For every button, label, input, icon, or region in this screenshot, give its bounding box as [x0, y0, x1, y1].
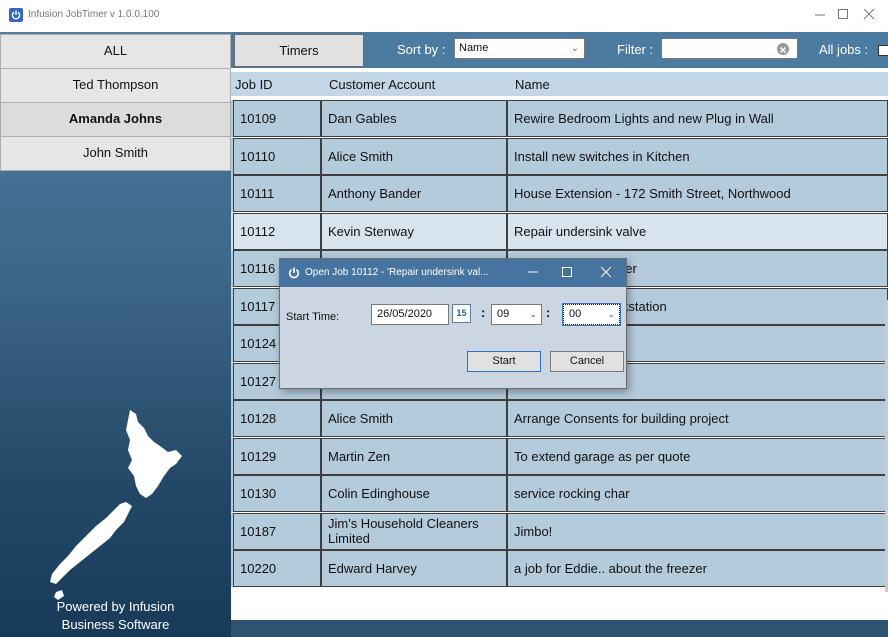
dialog-title: Open Job 10112 - 'Repair undersink val..… — [305, 267, 489, 278]
calendar-day: 15 — [456, 308, 467, 318]
toolbar: Timers Sort by : Name ⌄ Filter : All job… — [231, 32, 888, 68]
job-name-cell: House Extension - 172 Smith Street, Nort… — [507, 175, 888, 212]
minimize-button[interactable] — [813, 7, 827, 21]
table-row[interactable]: 10110 Alice Smith Install new switches in … — [231, 137, 888, 175]
job-id-cell: 10110 — [233, 137, 321, 175]
chevron-down-icon: ⌄ — [607, 309, 615, 319]
column-header-customer-account[interactable]: Customer Account — [329, 77, 435, 92]
new-zealand-map-icon — [50, 410, 182, 600]
powered-by-text: Powered by Infusion Business Software — [0, 598, 231, 634]
job-name-cell: To extend garage as per quote — [507, 437, 888, 475]
chevron-down-icon: ⌄ — [529, 309, 537, 319]
powered-by-line2: Business Software — [61, 617, 170, 632]
job-id-cell: 10112 — [233, 212, 321, 250]
job-id-cell: 10128 — [233, 400, 321, 437]
sort-by-value: Name — [459, 42, 489, 54]
job-name-cell: Install new switches in Kitchen — [507, 137, 888, 175]
customer-cell: Jim's Household Cleaners Limited — [321, 512, 507, 550]
all-jobs-checkbox[interactable] — [878, 45, 888, 56]
maximize-button[interactable] — [836, 7, 850, 21]
dialog-close-button[interactable] — [599, 265, 613, 279]
sidebar-item-label: John Smith — [82, 145, 149, 160]
title-bar: Infusion JobTimer v 1.0.0.100 — [0, 0, 888, 32]
customer-cell: Edward Harvey — [321, 550, 507, 587]
powered-by-line1: Powered by Infusion — [56, 599, 175, 614]
job-id-cell: 10129 — [233, 437, 321, 475]
table-row[interactable]: 10129 Martin Zen To extend garage as per q… — [231, 437, 888, 475]
dialog-minimize-button[interactable] — [526, 265, 540, 279]
customer-cell: Alice Smith — [321, 137, 507, 175]
table-row[interactable]: 10187 Jim's Household Cleaners Limited Jim… — [231, 512, 888, 550]
column-header-job-id[interactable]: Job ID — [235, 77, 273, 92]
sidebar-item-john-smith[interactable]: John Smith — [0, 136, 231, 171]
job-name-cell: Rewire Bedroom Lights and new Plug in Wa… — [507, 100, 888, 137]
start-date-input[interactable]: 26/05/2020 — [371, 304, 449, 325]
chevron-down-icon: ⌄ — [570, 43, 579, 54]
minute-value: 00 — [569, 308, 582, 320]
dialog-body: Start Time: 26/05/2020 15 : 09 ⌄ : 00 ⌄ … — [280, 287, 626, 388]
hour-value: 09 — [497, 308, 510, 320]
job-name-cell: a job for Eddie.. about the freezer — [507, 550, 888, 587]
dialog-title-bar: Open Job 10112 - 'Repair undersink val..… — [280, 259, 626, 287]
timers-button[interactable]: Timers — [234, 34, 364, 67]
sort-by-select[interactable]: Name ⌄ — [454, 38, 585, 59]
sidebar: ALL Ted Thompson Amanda Johns John Smith… — [0, 32, 231, 637]
sidebar-item-label: Amanda Johns — [68, 111, 163, 126]
table-row[interactable]: 10112 Kevin Stenway Repair undersink valve — [231, 212, 888, 250]
time-separator: : — [546, 305, 551, 320]
job-name-cell: Arrange Consents for building project — [507, 400, 888, 437]
table-row[interactable]: 10109 Dan Gables Rewire Bedroom Lights and… — [231, 100, 888, 137]
job-id-cell: 10130 — [233, 475, 321, 512]
sidebar-item-label: ALL — [103, 43, 128, 58]
job-name-cell: Jimbo! — [507, 512, 888, 550]
table-row[interactable]: 10128 Alice Smith Arrange Consents for bui… — [231, 400, 888, 437]
sidebar-item-ted-thompson[interactable]: Ted Thompson — [0, 68, 231, 103]
calendar-icon[interactable]: 15 — [452, 304, 471, 323]
job-id-cell: 10187 — [233, 512, 321, 550]
grid-header: Job ID Customer Account Name — [231, 72, 888, 96]
customer-cell: Dan Gables — [321, 100, 507, 137]
customer-cell: Colin Edinghouse — [321, 475, 507, 512]
table-row[interactable]: 10130 Colin Edinghouse service rocking cha… — [231, 475, 888, 512]
minute-select[interactable]: 00 ⌄ — [562, 303, 621, 326]
time-separator: : — [481, 305, 486, 320]
dialog-maximize-button[interactable] — [560, 265, 574, 279]
job-id-cell: 10220 — [233, 550, 321, 587]
open-job-dialog: Open Job 10112 - 'Repair undersink val..… — [279, 258, 627, 389]
bottom-strip — [231, 620, 888, 637]
cancel-button[interactable]: Cancel — [550, 351, 624, 372]
column-header-name[interactable]: Name — [515, 77, 550, 92]
all-jobs-label: All jobs : — [819, 42, 869, 57]
customer-cell: Alice Smith — [321, 400, 507, 437]
filter-label: Filter : — [617, 42, 654, 57]
customer-cell: Martin Zen — [321, 437, 507, 475]
hour-select[interactable]: 09 ⌄ — [491, 304, 542, 325]
sort-by-label: Sort by : — [397, 42, 446, 57]
close-button[interactable] — [862, 7, 876, 21]
sidebar-item-label: Ted Thompson — [72, 77, 159, 92]
table-row[interactable]: 10220 Edward Harvey a job for Eddie.. abou… — [231, 550, 888, 587]
power-icon — [9, 8, 23, 22]
job-id-cell: 10109 — [233, 100, 321, 137]
sidebar-item-amanda-johns[interactable]: Amanda Johns — [0, 102, 231, 137]
window-title: Infusion JobTimer v 1.0.0.100 — [28, 9, 160, 20]
sidebar-item-all[interactable]: ALL — [0, 34, 231, 69]
customer-cell: Kevin Stenway — [321, 212, 507, 250]
clear-filter-icon[interactable] — [777, 43, 789, 55]
table-row[interactable]: 10111 Anthony Bander House Extension - 172… — [231, 175, 888, 212]
power-icon — [288, 267, 300, 279]
start-time-label: Start Time: — [286, 311, 340, 323]
job-name-cell: service rocking char — [507, 475, 888, 512]
job-id-cell: 10111 — [233, 175, 321, 212]
job-name-cell: Repair undersink valve — [507, 212, 888, 250]
start-button[interactable]: Start — [467, 351, 541, 372]
customer-cell: Anthony Bander — [321, 175, 507, 212]
